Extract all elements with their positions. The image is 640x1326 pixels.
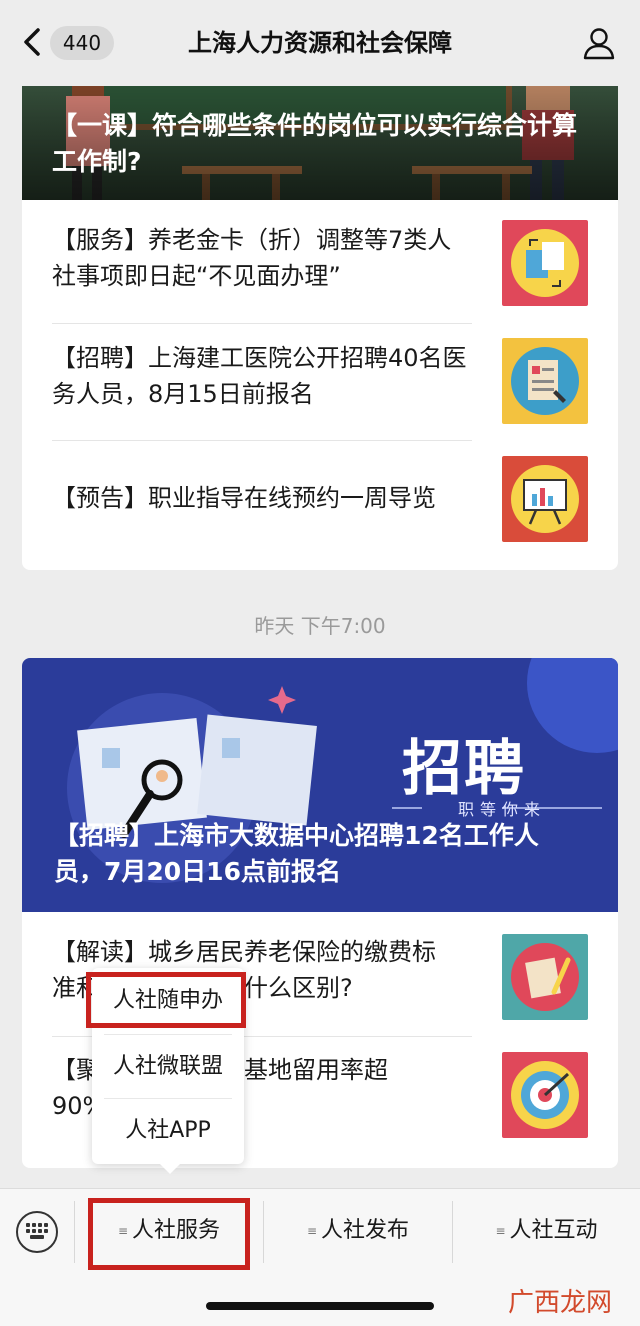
message-timestamp: 昨天 下午7:00 bbox=[254, 614, 386, 638]
submenu-divider bbox=[104, 1098, 232, 1099]
menu-divider bbox=[74, 1201, 75, 1263]
chevron-left-icon bbox=[24, 28, 40, 56]
article-thumbnail[interactable] bbox=[502, 338, 588, 424]
menu-tab-label: 人社互动 bbox=[509, 1218, 598, 1243]
menu-lines-icon: ≡ bbox=[306, 1224, 318, 1238]
presentation-board-icon bbox=[502, 456, 588, 542]
divider bbox=[52, 440, 472, 441]
article-thumbnail[interactable] bbox=[502, 456, 588, 542]
resume-icon bbox=[502, 338, 588, 424]
menu-lines-icon: ≡ bbox=[495, 1224, 506, 1238]
article-banner-1[interactable]: 【一课】符合哪些条件的岗位可以实行综合计算工作制? bbox=[22, 70, 618, 200]
article-title[interactable]: 【招聘】上海建工医院公开招聘40名医务人员，8月15日前报名 bbox=[52, 340, 472, 412]
popup-arrow bbox=[160, 1164, 180, 1174]
profile-button[interactable] bbox=[580, 24, 618, 62]
article-title[interactable]: 【预告】职业指导在线预约一周导览 bbox=[52, 480, 472, 516]
article-thumbnail[interactable] bbox=[502, 1052, 588, 1138]
keyboard-icon bbox=[26, 1223, 48, 1241]
submenu-divider bbox=[104, 1034, 232, 1035]
target-icon bbox=[502, 1052, 588, 1138]
menu-tab-label: 人社服务 bbox=[132, 1218, 221, 1243]
article-thumbnail[interactable] bbox=[502, 220, 588, 306]
article-title[interactable]: 【招聘】上海市大数据中心招聘12名工作人员，7月20日16点前报名 bbox=[54, 818, 578, 890]
menu-tab-renshe-fabu[interactable]: ≡ 人社发布 bbox=[264, 1203, 452, 1259]
article-card-1: 【一课】符合哪些条件的岗位可以实行综合计算工作制? 【服务】养老金卡（折）调整等… bbox=[22, 70, 618, 570]
home-indicator[interactable] bbox=[206, 1302, 434, 1310]
document-exchange-icon bbox=[502, 220, 588, 306]
person-icon bbox=[583, 28, 615, 60]
divider bbox=[52, 323, 472, 324]
banner-headline: 招聘 bbox=[402, 734, 526, 804]
banner-subheadline: 职等你来 bbox=[457, 800, 546, 819]
article-title[interactable]: 【一课】符合哪些条件的岗位可以实行综合计算工作制? bbox=[52, 108, 578, 180]
menu-tab-label: 人社发布 bbox=[321, 1218, 410, 1243]
submenu-popup: 人社随申办 人社微联盟 人社APP bbox=[92, 968, 244, 1174]
submenu-item-renshe-weilianmeng[interactable]: 人社微联盟 bbox=[92, 1036, 244, 1098]
article-title[interactable]: 【服务】养老金卡（折）调整等7类人社事项即日起“不见面办理” bbox=[52, 222, 472, 294]
submenu-item-renshe-suishenban[interactable]: 人社随申办 bbox=[92, 970, 244, 1032]
article-thumbnail[interactable] bbox=[502, 934, 588, 1020]
unread-count-badge[interactable]: 440 bbox=[50, 26, 114, 60]
menu-tab-renshe-hudong[interactable]: ≡ 人社互动 bbox=[453, 1203, 640, 1259]
submenu-item-renshe-app[interactable]: 人社APP bbox=[92, 1100, 244, 1162]
menu-tab-renshe-fuwu[interactable]: ≡ 人社服务 bbox=[76, 1203, 262, 1259]
article-title-line: 【解读】城乡居民养老保险的缴费标 bbox=[52, 938, 436, 966]
scroll-pen-icon bbox=[502, 934, 588, 1020]
keyboard-toggle-button[interactable] bbox=[16, 1211, 58, 1253]
watermark: 广西龙网 bbox=[507, 1288, 612, 1318]
menu-lines-icon: ≡ bbox=[117, 1224, 129, 1238]
nav-header: 440 上海人力资源和社会保障 bbox=[0, 0, 640, 86]
article-banner-2[interactable]: 招聘 职等你来 【招聘】上海市大数据中心招聘12名工作人员，7月20日16点前报… bbox=[22, 658, 618, 912]
